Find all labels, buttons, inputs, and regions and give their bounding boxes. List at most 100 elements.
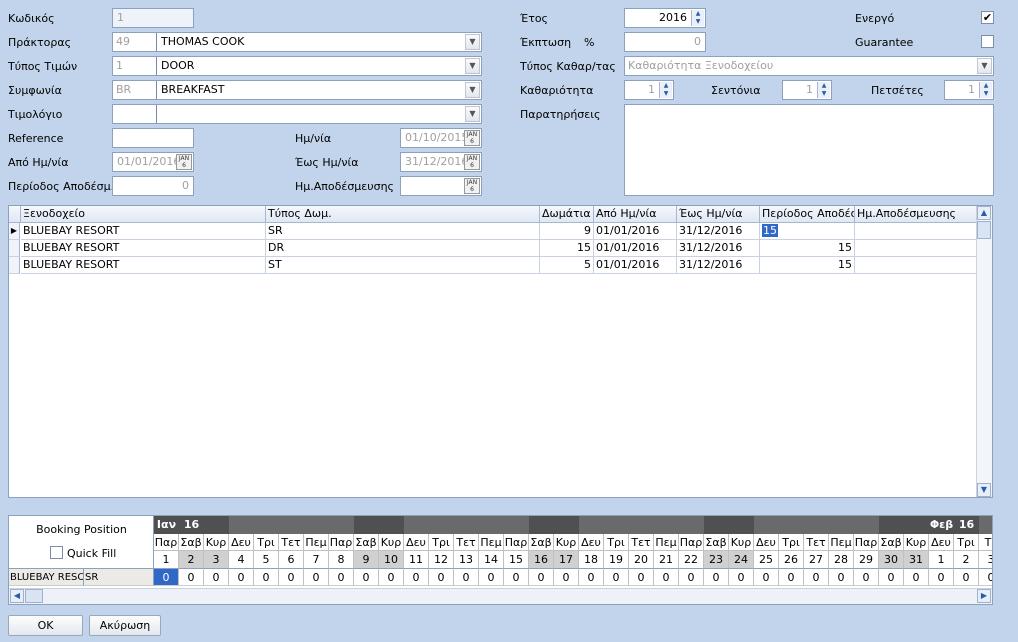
scroll-thumb[interactable] <box>977 221 991 239</box>
booking-cell[interactable]: 0 <box>629 569 654 586</box>
table-row-to[interactable]: 31/12/2016 <box>677 257 760 274</box>
chevron-down-icon[interactable]: ▼ <box>465 58 480 74</box>
col-header-release-date[interactable]: Ημ.Αποδέσμευσης <box>855 206 977 223</box>
booking-cell[interactable]: 0 <box>729 569 754 586</box>
booking-cell[interactable]: 0 <box>754 569 779 586</box>
table-row-release[interactable]: 15 <box>760 240 855 257</box>
operator-combo[interactable]: 49 THOMAS COOK ▼ <box>112 32 482 52</box>
to-date-field[interactable]: 31/12/2016 JAN 6 <box>400 152 482 172</box>
booking-cell[interactable]: 0 <box>579 569 604 586</box>
row-indicator[interactable] <box>9 240 20 257</box>
from-date-field[interactable]: 01/01/2016 JAN 6 <box>112 152 194 172</box>
calendar-icon[interactable]: JAN 6 <box>176 154 192 170</box>
booking-cell[interactable]: 0 <box>929 569 954 586</box>
table-row-from[interactable]: 01/01/2016 <box>594 223 677 240</box>
chevron-down-icon[interactable]: ▼ <box>465 82 480 98</box>
reference-field[interactable] <box>112 128 194 148</box>
table-row-room-type[interactable]: ST <box>266 257 540 274</box>
booking-cell[interactable]: 0 <box>479 569 504 586</box>
chevron-down-icon[interactable]: ▼ <box>977 58 992 74</box>
date-field[interactable]: 01/10/2015 JAN 6 <box>400 128 482 148</box>
spin-icon[interactable]: ▲ ▼ <box>817 82 830 98</box>
booking-cell[interactable]: 0 <box>379 569 404 586</box>
booking-cell[interactable]: 0 <box>829 569 854 586</box>
spin-icon[interactable]: ▲ ▼ <box>979 82 992 98</box>
booking-cell[interactable]: 0 <box>904 569 929 586</box>
quick-fill-checkbox[interactable] <box>50 546 63 559</box>
calendar-icon[interactable]: JAN 6 <box>464 130 480 146</box>
scroll-up-icon[interactable]: ▲ <box>977 206 991 220</box>
active-checkbox[interactable]: ✔ <box>981 11 994 24</box>
scroll-thumb[interactable] <box>25 589 43 603</box>
sheets-field[interactable]: 1 ▲ ▼ <box>782 80 832 100</box>
booking-cell[interactable]: 0 <box>604 569 629 586</box>
scroll-right-icon[interactable]: ▶ <box>977 589 991 603</box>
row-indicator[interactable] <box>9 257 20 274</box>
booking-cell[interactable]: 0 <box>204 569 229 586</box>
agreement-combo[interactable]: BR BREAKFAST ▼ <box>112 80 482 100</box>
ok-button[interactable]: OK <box>8 615 83 636</box>
table-row-from[interactable]: 01/01/2016 <box>594 240 677 257</box>
booking-cell[interactable]: 0 <box>354 569 379 586</box>
release-period-field[interactable]: 0 <box>112 176 194 196</box>
table-row-to[interactable]: 31/12/2016 <box>677 240 760 257</box>
booking-cell[interactable]: 0 <box>179 569 204 586</box>
col-header-from[interactable]: Από Ημ/νία <box>594 206 677 223</box>
scroll-down-icon[interactable]: ▼ <box>977 483 991 497</box>
release-date-field[interactable]: JAN 6 <box>400 176 482 196</box>
pricelist-combo[interactable]: ▼ <box>112 104 482 124</box>
table-row-room-type[interactable]: DR <box>266 240 540 257</box>
booking-cell[interactable]: 0 <box>554 569 579 586</box>
booking-cell[interactable]: 0 <box>504 569 529 586</box>
table-row-release-date[interactable] <box>855 223 977 240</box>
col-header-rooms[interactable]: Δωμάτια <box>540 206 594 223</box>
table-row-release-edit[interactable]: 15 <box>760 223 855 240</box>
table-row-release-date[interactable] <box>855 257 977 274</box>
booking-cell[interactable]: 0 <box>979 569 992 586</box>
code-field[interactable]: 1 <box>112 8 194 28</box>
allotment-grid[interactable]: Ξενοδοχείο Τύπος Δωμ. Δωμάτια Από Ημ/νία… <box>8 205 993 498</box>
chevron-down-icon[interactable]: ▼ <box>465 34 480 50</box>
spin-icon[interactable]: ▲ ▼ <box>691 10 704 26</box>
col-header-hotel[interactable]: Ξενοδοχείο <box>21 206 266 223</box>
booking-cell[interactable]: 0 <box>529 569 554 586</box>
notes-textarea[interactable] <box>624 104 994 196</box>
booking-cell[interactable]: 0 <box>654 569 679 586</box>
col-header-to[interactable]: Έως Ημ/νία <box>677 206 760 223</box>
table-row-rooms[interactable]: 5 <box>540 257 594 274</box>
calendar-icon[interactable]: JAN 6 <box>464 178 480 194</box>
cleaning-field[interactable]: 1 ▲ ▼ <box>624 80 674 100</box>
table-row-hotel[interactable]: BLUEBAY RESORT <box>21 240 266 257</box>
chevron-down-icon[interactable]: ▼ <box>465 106 480 122</box>
booking-cell[interactable]: 0 <box>454 569 479 586</box>
year-field[interactable]: 2016 ▲ ▼ <box>624 8 706 28</box>
table-row-hotel[interactable]: BLUEBAY RESORT <box>21 257 266 274</box>
booking-cell[interactable]: 0 <box>404 569 429 586</box>
towels-field[interactable]: 1 ▲ ▼ <box>944 80 994 100</box>
table-row-to[interactable]: 31/12/2016 <box>677 223 760 240</box>
price-type-combo[interactable]: 1 DOOR ▼ <box>112 56 482 76</box>
table-row-rooms[interactable]: 15 <box>540 240 594 257</box>
booking-cell[interactable]: 0 <box>229 569 254 586</box>
table-row-hotel[interactable]: BLUEBAY RESORT <box>21 223 266 240</box>
table-row-release-date[interactable] <box>855 240 977 257</box>
calendar-icon[interactable]: JAN 6 <box>464 154 480 170</box>
table-row-room-type[interactable]: SR <box>266 223 540 240</box>
booking-cell[interactable]: 0 <box>879 569 904 586</box>
booking-cell[interactable]: 0 <box>254 569 279 586</box>
booking-cell[interactable]: 0 <box>954 569 979 586</box>
scroll-left-icon[interactable]: ◀ <box>10 589 24 603</box>
booking-cell[interactable]: 0 <box>329 569 354 586</box>
grid-vertical-scrollbar[interactable]: ▲ ▼ <box>976 206 992 497</box>
table-row-release[interactable]: 15 <box>760 257 855 274</box>
booking-cell[interactable]: 0 <box>279 569 304 586</box>
booking-cell[interactable]: 0 <box>779 569 804 586</box>
col-header-release[interactable]: Περίοδος Αποδέσμ. <box>760 206 855 223</box>
guarantee-checkbox[interactable] <box>981 35 994 48</box>
table-row-from[interactable]: 01/01/2016 <box>594 257 677 274</box>
booking-cell[interactable]: 0 <box>854 569 879 586</box>
booking-cell[interactable]: 0 <box>154 569 179 586</box>
cancel-button[interactable]: Ακύρωση <box>89 615 161 636</box>
booking-cell[interactable]: 0 <box>804 569 829 586</box>
booking-horizontal-scrollbar[interactable]: ◀ ▶ <box>9 588 992 604</box>
